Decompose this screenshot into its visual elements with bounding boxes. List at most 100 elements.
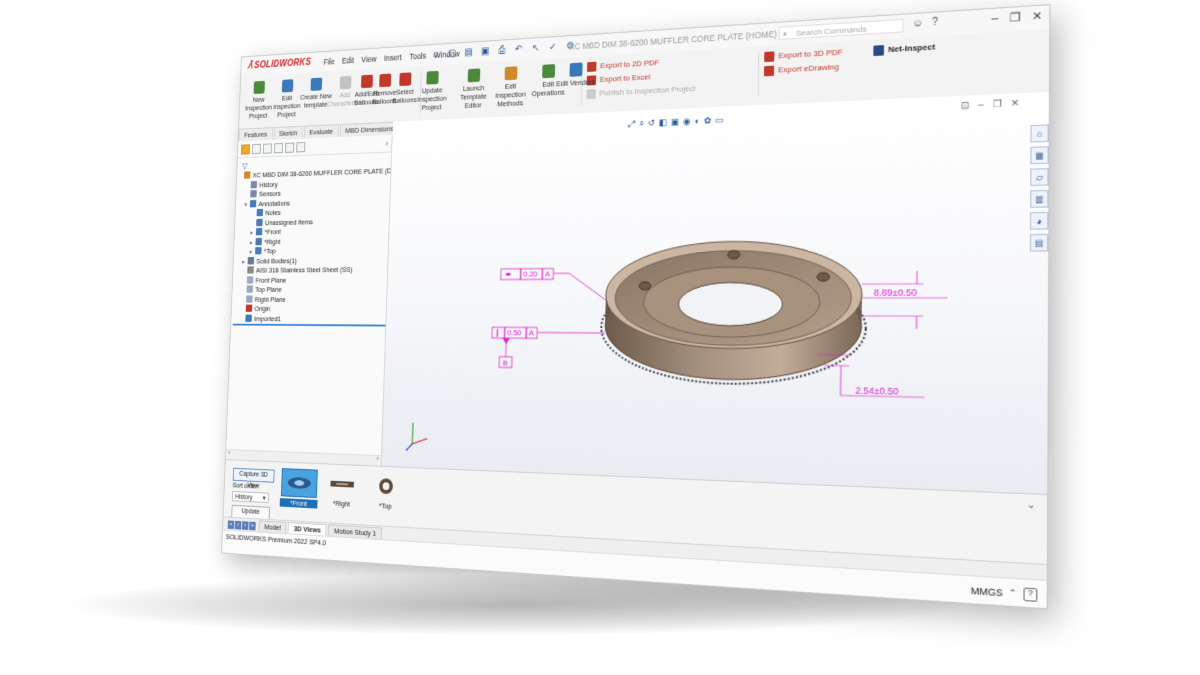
mounting-hole-top	[728, 251, 740, 259]
export-item-label: Export eDrawing	[778, 62, 839, 75]
home-icon[interactable]: ⌂	[430, 47, 442, 61]
tree-node-icon	[246, 275, 254, 284]
ribbon-button-label: Edit Inspection Project	[273, 93, 301, 119]
ribbon-button-edit-vendors[interactable]: Edit Vendors	[555, 62, 596, 88]
net-inspect-button[interactable]: Net-Inspect	[873, 40, 935, 58]
tree-item-label: Front Plane	[255, 275, 287, 285]
view-thumbnail-right[interactable]: *Right	[322, 470, 362, 509]
export-item-icon	[586, 89, 596, 100]
graphics-area[interactable]: ⤢ ⌕ ↺ ◧ ▣ ◉ ◐ ✿ ▭ ⊡ – ❐ ✕ ⌯ 0.20 A ∥ 0.5…	[381, 91, 1049, 495]
tree-item[interactable]: Origin	[233, 304, 386, 315]
rebuild-icon[interactable]: ✓	[546, 40, 559, 54]
view-thumbnail-front[interactable]: *Front	[279, 468, 319, 509]
ribbon-button-launch-template-editor[interactable]: Launch Template Editor	[454, 68, 494, 111]
appearances-icon[interactable]: ◕	[1029, 211, 1049, 230]
prev-tab-icon[interactable]: ‹	[234, 520, 242, 530]
tree-node-icon	[255, 247, 262, 255]
feature-tree-tab-icon[interactable]	[241, 143, 250, 155]
tree-node-icon	[245, 314, 252, 322]
scene: ᐰSOLIDWORKS File Edit View Insert Tools Windo…	[0, 0, 1200, 675]
title-icons: ☺ ?	[912, 17, 938, 30]
menu-item-insert[interactable]: Insert	[384, 53, 402, 63]
restore-icon[interactable]: ❐	[1009, 10, 1020, 25]
select-icon[interactable]: ↖	[529, 41, 542, 55]
next-tab-icon[interactable]: ›	[241, 520, 249, 530]
help-icon[interactable]: ?	[932, 17, 938, 29]
ribbon-button-icon	[281, 79, 294, 93]
dim-flange-thickness[interactable]: 2.54±0.50	[855, 385, 898, 397]
feature-manager-panel: › ▽ XC MBD DIM 38-6200 MUFFLER CORE PLAT…	[225, 134, 393, 466]
sw-resources-icon[interactable]: ⌂	[1030, 124, 1049, 143]
save-icon[interactable]: ▣	[479, 44, 492, 58]
export-item-export-edrawing[interactable]: Export eDrawing	[763, 60, 843, 79]
search-icon: ⌕	[782, 29, 788, 39]
brand-text: SOLIDWORKS	[254, 57, 312, 71]
datum-triangle-icon	[502, 338, 510, 345]
ribbon-separator	[757, 52, 760, 97]
part-center-hole	[678, 282, 783, 326]
sort-order-value: History	[235, 493, 253, 502]
tree-item-label: AISI 316 Stainless Steel Sheet (SS)	[255, 265, 353, 275]
search-commands-input[interactable]: ⌕ Search Commands	[778, 18, 904, 40]
tree-item[interactable]: Top Plane	[234, 285, 387, 295]
tree-item-label: Top Plane	[255, 285, 282, 294]
undo-icon[interactable]: ↶	[512, 42, 525, 56]
ribbon-button-icon	[542, 64, 556, 79]
custom-properties-icon[interactable]: ▤	[1029, 233, 1049, 252]
menu-item-edit[interactable]: Edit	[342, 56, 354, 66]
scroll-right-icon[interactable]: ›	[376, 456, 378, 463]
parallel-tolerance[interactable]: 0.50	[507, 328, 521, 337]
scroll-left-icon[interactable]: ‹	[228, 450, 230, 457]
first-tab-icon[interactable]: «	[227, 519, 235, 529]
unit-system-button[interactable]: MMGS	[971, 585, 1003, 598]
tree-item-label: Right Plane	[254, 294, 286, 304]
view-palette-icon[interactable]: ▥	[1030, 189, 1049, 208]
configuration-manager-tab-icon[interactable]	[262, 142, 272, 154]
minimize-icon[interactable]: –	[991, 12, 998, 26]
tree-node-icon	[256, 218, 263, 226]
menu-item-file[interactable]: File	[323, 57, 334, 67]
ribbon-button-label: Edit Inspection Methods	[495, 81, 526, 109]
tree-item-label: Solid Bodies(1)	[256, 256, 298, 265]
solidworks-logo: ᐰSOLIDWORKS	[247, 57, 311, 71]
design-library-icon[interactable]: ▦	[1030, 146, 1049, 165]
last-tab-icon[interactable]: »	[249, 521, 256, 530]
open-folder-icon[interactable]: ▤	[462, 45, 475, 59]
capture-3d-view-button[interactable]: Capture 3D View	[232, 467, 275, 489]
print-icon[interactable]: ⎙	[496, 43, 509, 57]
tree-item-label: Annotations	[258, 198, 291, 208]
dim-height[interactable]: 8.89±0.50	[874, 287, 917, 298]
collapse-chevron-icon[interactable]: ⌄	[1027, 499, 1036, 512]
ds-logo-icon: ᐰ	[247, 61, 253, 71]
tree-item[interactable]: Front Plane	[234, 275, 387, 286]
property-manager-tab-icon[interactable]	[251, 143, 261, 154]
ribbon-button-edit-inspection-methods[interactable]: Edit Inspection Methods	[491, 65, 531, 108]
flatness-leader	[553, 273, 607, 300]
export-item-icon	[763, 65, 775, 77]
new-file-icon[interactable]: ▢	[446, 46, 458, 60]
ribbon-button-label: Update Inspection Project	[417, 85, 447, 112]
ribbon-button-label: Launch Template Editor	[459, 83, 487, 110]
datum-b-label[interactable]: B	[503, 358, 508, 367]
tree-node-icon	[247, 266, 254, 274]
tree-item[interactable]: Right Plane	[233, 295, 386, 305]
view-thumbnail-top[interactable]: *Top	[366, 472, 406, 511]
panel-expand-icon[interactable]: ›	[385, 139, 388, 148]
file-explorer-icon[interactable]: ▱	[1030, 168, 1049, 187]
quick-tips-icon[interactable]: ?	[1023, 587, 1038, 602]
dimxpert-tab-icon[interactable]	[273, 142, 284, 153]
flatness-tolerance[interactable]: 0.20	[523, 269, 537, 278]
tree-item[interactable]: Imported1	[232, 314, 386, 327]
sort-order-select[interactable]: History ▾	[231, 490, 269, 504]
tree-item-label: *Front	[264, 227, 281, 237]
menu-item-view[interactable]: View	[361, 54, 376, 64]
ribbon-button-update-inspection-project[interactable]: Update Inspection Project	[413, 70, 452, 112]
appearance-tab-icon[interactable]	[296, 141, 306, 152]
close-icon[interactable]: ✕	[1032, 9, 1043, 24]
menu-item-tools[interactable]: Tools	[409, 51, 426, 61]
flatness-datum-ref: A	[545, 269, 551, 278]
unit-menu-chevron-icon[interactable]: ⌃	[1009, 588, 1017, 599]
user-icon[interactable]: ☺	[912, 18, 923, 30]
display-manager-tab-icon[interactable]	[285, 142, 295, 153]
ribbon-button-icon	[467, 68, 481, 83]
